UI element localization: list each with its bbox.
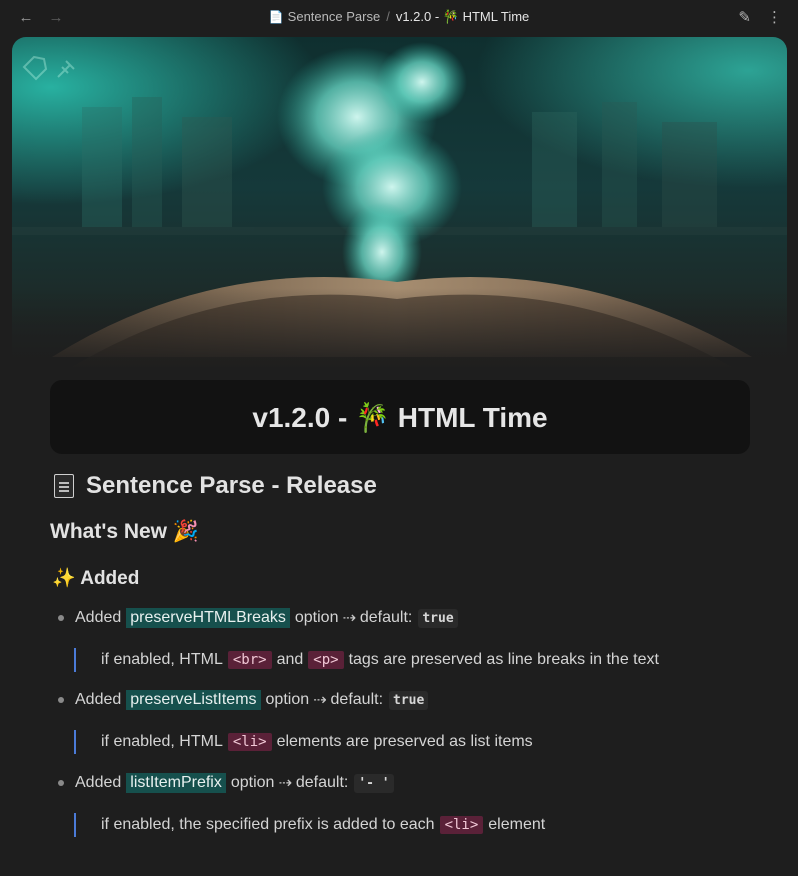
option-name: preserveListItems (126, 690, 261, 710)
bullet (58, 780, 64, 786)
desc-text: if enabled, HTML (101, 733, 223, 750)
page-heading: Sentence Parse - Release (54, 472, 377, 500)
whats-new-text: What's New 🎉 (50, 520, 199, 543)
document-icon: 📄 (268, 10, 284, 24)
breadcrumb-parent[interactable]: Sentence Parse (288, 9, 381, 24)
html-tag: <li> (227, 733, 272, 751)
open-book-smoke-illustration (12, 37, 787, 372)
desc-text: if enabled, HTML (101, 651, 223, 668)
arrow-icon: ⇢ (278, 775, 292, 792)
default-value: '- ' (354, 773, 394, 793)
whats-new-heading: What's New 🎉 (50, 520, 199, 544)
item-middle: option (265, 691, 310, 708)
top-actions: ✎ ⋮ (738, 8, 782, 26)
desc-text: tags are preserved as line breaks in the… (348, 651, 659, 668)
item-prefix: Added (75, 691, 122, 708)
desc-text: and (276, 651, 304, 668)
item-middle: option (294, 609, 339, 626)
page-icon (54, 474, 74, 498)
item-description: if enabled, the specified prefix is adde… (74, 813, 545, 837)
item-prefix: Added (75, 774, 122, 791)
added-heading: ✨ Added (52, 566, 139, 590)
html-tag: <br> (227, 651, 272, 669)
list-item: Added listItemPrefix option ⇢ default: '… (58, 773, 394, 793)
desc-text: if enabled, the specified prefix is adde… (101, 816, 435, 833)
banner-image (12, 37, 787, 372)
item-prefix: Added (75, 609, 122, 626)
list-item: Added preserveHTMLBreaks option ⇢ defaul… (58, 608, 458, 628)
default-label: default: (359, 609, 413, 626)
arrow-icon: ⇢ (313, 692, 327, 709)
breadcrumb-separator: / (386, 9, 390, 24)
bullet (58, 697, 64, 703)
option-name: preserveHTMLBreaks (126, 608, 290, 628)
list-item: Added preserveListItems option ⇢ default… (58, 690, 429, 710)
release-title: v1.2.0 - 🎋 HTML Time (252, 401, 548, 433)
html-tag: <p> (308, 651, 344, 669)
top-bar: ← → 📄 Sentence Parse / v1.2.0 - 🎋 HTML Time… (0, 0, 798, 34)
option-name: listItemPrefix (126, 773, 226, 793)
item-description: if enabled, HTML <li> elements are prese… (74, 730, 533, 754)
default-label: default: (330, 691, 384, 708)
bullet (58, 615, 64, 621)
default-value: true (418, 608, 458, 628)
pencil-icon[interactable]: ✎ (738, 8, 751, 26)
item-middle: option (230, 774, 275, 791)
default-label: default: (295, 774, 349, 791)
added-text: ✨ Added (52, 568, 140, 589)
arrow-icon: ⇢ (342, 610, 356, 627)
desc-text: elements are preserved as list items (276, 733, 533, 750)
html-tag: <li> (439, 816, 484, 834)
more-vertical-icon[interactable]: ⋮ (767, 8, 782, 26)
breadcrumb: 📄 Sentence Parse / v1.2.0 - 🎋 HTML Time (0, 9, 798, 25)
item-description: if enabled, HTML <br> and <p> tags are p… (74, 648, 659, 672)
page-heading-text: Sentence Parse - Release (86, 472, 377, 499)
breadcrumb-current[interactable]: v1.2.0 - 🎋 HTML Time (396, 9, 529, 24)
title-card: v1.2.0 - 🎋 HTML Time (50, 380, 750, 454)
desc-text: element (488, 816, 546, 833)
default-value: true (389, 690, 429, 710)
